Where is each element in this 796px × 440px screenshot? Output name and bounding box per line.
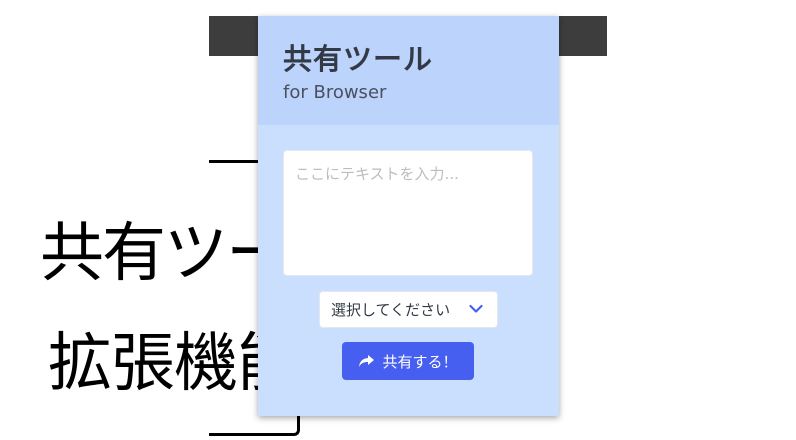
text-input[interactable] bbox=[283, 150, 533, 276]
share-arrow-icon bbox=[359, 355, 375, 367]
extension-popup: 共有ツール for Browser 選択してください 共有する！ bbox=[258, 16, 559, 416]
target-select-label: 選択してください bbox=[331, 301, 451, 319]
popup-header: 共有ツール for Browser bbox=[258, 16, 559, 125]
chevron-down-icon bbox=[469, 304, 483, 313]
app-subtitle: for Browser bbox=[283, 82, 387, 103]
share-button-label: 共有する！ bbox=[382, 352, 458, 371]
target-select[interactable]: 選択してください bbox=[319, 291, 498, 328]
promo-bracket-top bbox=[209, 160, 259, 163]
app-name: 共有ツール bbox=[283, 42, 434, 76]
share-button[interactable]: 共有する！ bbox=[342, 342, 474, 380]
